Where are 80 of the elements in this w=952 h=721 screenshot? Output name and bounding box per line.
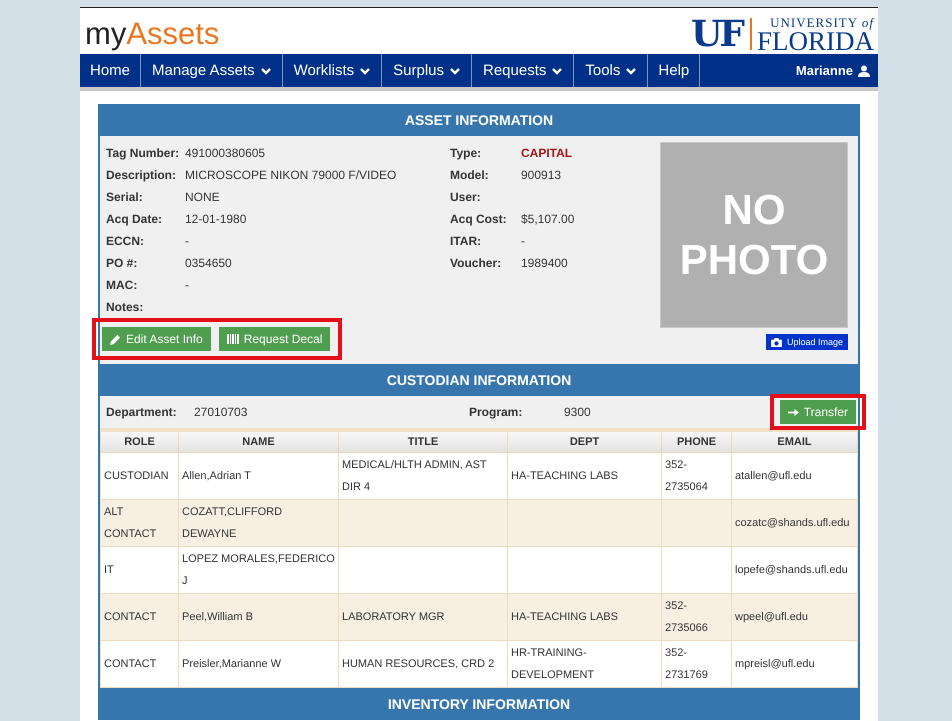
upload-image-button[interactable]: Upload Image	[766, 334, 848, 350]
table-cell: cozatc@shands.ufl.edu	[735, 517, 850, 529]
column-header: DEPT	[508, 430, 662, 452]
field-value: MICROSCOPE NIKON 79000 F/VIDEO	[185, 168, 396, 182]
field-value: -	[521, 234, 525, 248]
field-label: Acq Date:	[106, 212, 164, 226]
field-value: -	[185, 278, 189, 292]
table-cell: CONTACT	[104, 658, 156, 670]
table-cell: wpeel@ufl.edu	[735, 611, 808, 623]
column-header: NAME	[178, 430, 338, 452]
field-value: 27010703	[194, 405, 248, 419]
field-label: User:	[450, 190, 482, 204]
field-label: ITAR:	[450, 234, 482, 248]
field-label: MAC:	[106, 278, 138, 292]
field-label: Acq Cost:	[450, 212, 508, 226]
field-value: 900913	[521, 168, 562, 182]
user-icon	[858, 64, 870, 76]
user-menu[interactable]: Marianne	[700, 54, 878, 87]
field-value: 0354650	[185, 256, 232, 270]
field-label: Serial:	[106, 190, 144, 204]
column-header: EMAIL	[732, 430, 858, 452]
nav-item[interactable]: Tools	[574, 54, 648, 87]
table-cell: 352-2731769	[665, 647, 708, 681]
field-label: Department:	[106, 405, 178, 419]
field-value: 1989400	[521, 256, 568, 270]
section-header: CUSTODIAN INFORMATION	[100, 364, 858, 396]
table-cell: Allen,Adrian T	[182, 470, 251, 482]
table-cell: 352-2735064	[665, 459, 708, 493]
table-cell: Preisler,Marianne W	[182, 658, 282, 670]
field-value: -	[185, 234, 189, 248]
table-cell: MEDICAL/HLTH ADMIN, AST DIR 4	[342, 459, 486, 493]
table-cell: LABORATORY MGR	[342, 611, 444, 623]
placeholder-text: NO	[722, 185, 786, 235]
table-cell: CUSTODIAN	[104, 470, 169, 482]
app-logo[interactable]: myAssets	[85, 14, 220, 54]
table-cell: IT	[104, 564, 114, 576]
pencil-icon	[110, 334, 121, 344]
arrow-right-icon	[788, 408, 799, 416]
table-cell: CONTACT	[104, 611, 156, 623]
camera-icon	[770, 338, 782, 346]
field-value: NONE	[185, 190, 220, 204]
nav-item[interactable]: Home	[80, 54, 142, 87]
nav-item[interactable]: Requests	[472, 54, 574, 87]
table-cell: HUMAN RESOURCES, CRD 2	[342, 658, 494, 670]
placeholder-text: PHOTO	[680, 235, 828, 285]
barcode-icon	[226, 334, 239, 344]
field-value: CAPITAL	[521, 146, 572, 160]
table-cell: lopefe@shands.ufl.edu	[735, 564, 848, 576]
field-value: $5,107.00	[521, 212, 574, 226]
field-label: Type:	[450, 146, 482, 160]
field-value: 12-01-1980	[185, 212, 246, 226]
field-label: Description:	[106, 168, 178, 182]
column-header: PHONE	[662, 430, 732, 452]
field-label: ECCN:	[106, 234, 145, 248]
table-cell: COZATT,CLIFFORD DEWAYNE	[182, 506, 282, 540]
table-cell: mpreisl@ufl.edu	[735, 658, 815, 670]
field-label: Notes:	[106, 300, 144, 314]
field-label: PO #:	[106, 256, 138, 270]
field-label: Program:	[469, 405, 524, 419]
nav-item[interactable]: Surplus	[382, 54, 472, 87]
field-value: 491000380605	[185, 146, 266, 160]
column-header: ROLE	[100, 430, 178, 452]
field-label: Tag Number:	[106, 146, 180, 160]
table-cell: HR-TRAINING-DEVELOPMENT	[511, 647, 594, 681]
nav-item[interactable]: Help	[648, 54, 700, 87]
table-cell: HA-TEACHING LABS	[511, 470, 618, 482]
table-cell: HA-TEACHING LABS	[511, 611, 618, 623]
nav-item[interactable]: Manage Assets	[141, 54, 283, 87]
table-cell: LOPEZ MORALES,FEDERICO J	[182, 553, 335, 587]
table-cell: Peel,William B	[182, 611, 253, 623]
nav-item[interactable]: Worklists	[282, 54, 382, 87]
field-label: Model:	[450, 168, 490, 182]
column-header: TITLE	[338, 430, 508, 452]
section-header: ASSET INFORMATION	[100, 104, 858, 136]
table-cell: atallen@ufl.edu	[735, 470, 812, 482]
table-cell: ALT CONTACT	[104, 506, 156, 540]
field-label: Voucher:	[450, 256, 502, 270]
field-value: 9300	[564, 405, 592, 419]
table-cell: 352-2735066	[665, 600, 708, 634]
section-header: INVENTORY INFORMATION	[100, 688, 858, 720]
